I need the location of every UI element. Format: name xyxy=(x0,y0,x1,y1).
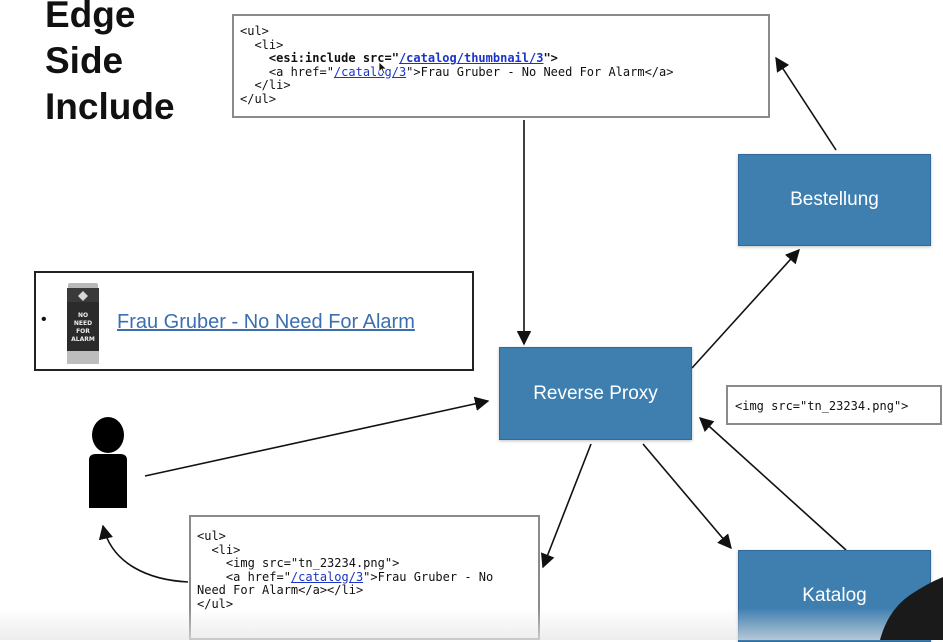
arrow-bestellung-to-esi xyxy=(775,56,837,151)
esi-code-box: <ul> <li> <esi:include src="/catalog/thu… xyxy=(232,14,770,118)
esi-code-line-2: <li> xyxy=(240,37,284,52)
product-link[interactable]: Frau Gruber - No Need For Alarm xyxy=(117,311,415,334)
esi-anchor-pre: <a href=" xyxy=(240,64,334,79)
output-code-line-2: <li> xyxy=(197,542,241,557)
output-anchor-pre: <a href=" xyxy=(197,569,291,584)
arrow-proxy-to-output xyxy=(541,443,592,569)
arrow-proxy-to-bestellung xyxy=(691,248,800,369)
output-code-line-3: <img src="tn_23234.png"> xyxy=(197,556,400,570)
reverse-proxy-label: Reverse Proxy xyxy=(533,382,658,404)
output-code-box: <ul> <li> <img src="tn_23234.png"> <a hr… xyxy=(189,515,540,640)
esi-code-line-1: <ul> xyxy=(240,24,269,38)
user-icon xyxy=(89,417,127,508)
esi-include-post: "> xyxy=(543,51,558,65)
svg-text:FOR: FOR xyxy=(76,328,90,335)
presenter-silhouette xyxy=(880,555,943,640)
output-code-line-6: </ul> xyxy=(197,596,234,611)
output-code-line-1: <ul> xyxy=(197,529,226,543)
output-anchor-link[interactable]: /catalog/3 xyxy=(291,570,363,584)
img-code-box: <img src="tn_23234.png"> xyxy=(726,385,942,425)
esi-code-line-6: </ul> xyxy=(240,91,277,106)
rendered-preview-box: • NO NEED FOR ALARM Frau Gruber - No Nee… xyxy=(34,271,474,371)
esi-code-line-5: </li> xyxy=(240,78,291,92)
esi-anchor-link[interactable]: /catalog/3 xyxy=(334,65,406,79)
arrow-user-to-proxy xyxy=(144,396,490,477)
arrow-output-to-user xyxy=(98,524,189,583)
katalog-label: Katalog xyxy=(802,585,867,606)
list-bullet: • xyxy=(41,311,47,328)
can-label: NO xyxy=(78,312,88,319)
svg-text:NEED: NEED xyxy=(74,320,92,327)
esi-anchor-post: ">Frau Gruber - No Need For Alarm</a> xyxy=(406,64,674,79)
svg-text:ALARM: ALARM xyxy=(71,336,95,343)
mouse-cursor-icon xyxy=(378,61,388,75)
bestellung-node: Bestellung xyxy=(738,154,931,246)
arrow-katalog-to-proxy xyxy=(698,417,847,551)
bestellung-label: Bestellung xyxy=(790,189,879,210)
img-code-text: <img src="tn_23234.png"> xyxy=(735,399,909,413)
beer-can-thumbnail: NO NEED FOR ALARM xyxy=(67,283,99,364)
output-anchor-post: ">Frau Gruber - No xyxy=(363,569,494,584)
output-code-line-5: Need For Alarm</a></li> xyxy=(197,583,364,597)
esi-include-pre: <esi:include src=" xyxy=(240,51,399,65)
esi-include-link[interactable]: /catalog/thumbnail/3 xyxy=(399,51,544,65)
reverse-proxy-node: Reverse Proxy xyxy=(499,347,692,440)
arrow-proxy-to-katalog xyxy=(642,443,732,550)
